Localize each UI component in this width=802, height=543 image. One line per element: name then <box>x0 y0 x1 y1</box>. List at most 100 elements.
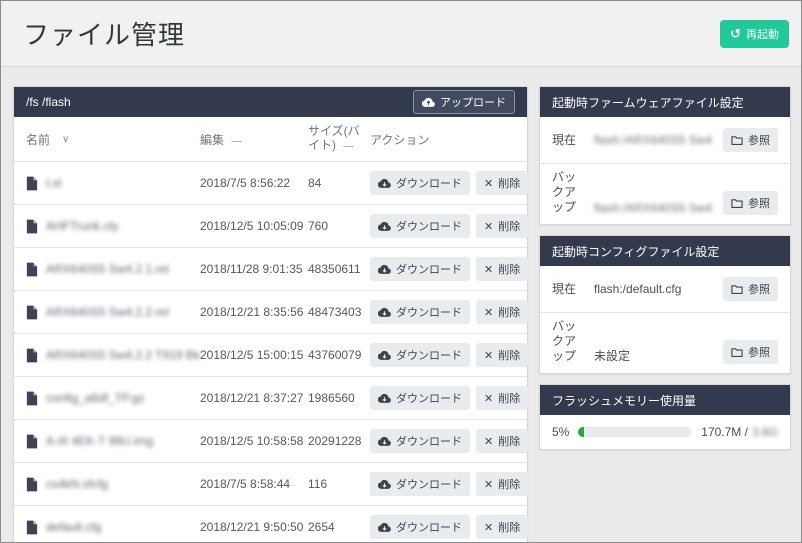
config-backup-browse-button[interactable]: 参照 <box>723 340 778 364</box>
file-actions: ダウンロード ✕ 削除 <box>370 343 515 367</box>
usage-used: 170.7M / <box>701 425 748 439</box>
folder-icon <box>731 198 743 209</box>
file-size: 116 <box>308 477 370 491</box>
file-icon <box>26 520 38 535</box>
download-button[interactable]: ダウンロード <box>370 300 470 324</box>
topbar: ファイル管理 ↺ 再起動 <box>1 1 801 67</box>
config-current-label: 現在 <box>552 282 584 297</box>
file-icon <box>26 391 38 406</box>
delete-button[interactable]: ✕ 削除 <box>476 429 528 453</box>
delete-button[interactable]: ✕ 削除 <box>476 386 528 410</box>
download-button[interactable]: ダウンロード <box>370 171 470 195</box>
delete-button-label: 削除 <box>498 175 520 191</box>
download-button[interactable]: ダウンロード <box>370 429 470 453</box>
delete-button-label: 削除 <box>498 433 520 449</box>
cloud-download-icon <box>378 307 391 318</box>
table-header: 名前 ∨ 編集 — サイズ(バイト) — アクション <box>14 117 527 161</box>
delete-icon: ✕ <box>484 306 493 319</box>
sort-down-icon: ∨ <box>62 134 69 145</box>
file-name-cell: default.cfg <box>26 520 200 535</box>
file-size: 20291228 <box>308 434 370 448</box>
config-backup-label: バックアップ <box>552 319 584 364</box>
file-icon <box>26 305 38 320</box>
firmware-card-title: 起動時ファームウェアファイル設定 <box>552 94 744 111</box>
delete-icon: ✕ <box>484 392 493 405</box>
file-size: 1986560 <box>308 391 370 405</box>
delete-icon: ✕ <box>484 521 493 534</box>
download-button[interactable]: ダウンロード <box>370 214 470 238</box>
table-row: ARX640S5 Sw4.2.2 T919 Bld2.rel 2018/12/5… <box>14 333 527 376</box>
file-name: ARX640S5 Sw4.2.1.rel <box>46 262 169 276</box>
restart-button[interactable]: ↺ 再起動 <box>720 20 789 48</box>
upload-button[interactable]: アップロード <box>413 90 515 114</box>
delete-button[interactable]: ✕ 削除 <box>476 214 528 238</box>
config-current-browse-button[interactable]: 参照 <box>723 277 778 301</box>
download-button-label: ダウンロード <box>396 347 462 363</box>
download-button[interactable]: ダウンロード <box>370 386 470 410</box>
file-name: cs4kN.sfcfg <box>46 477 108 491</box>
page: ファイル管理 ↺ 再起動 /fs /flash アップロード <box>0 0 802 543</box>
config-current-row: 現在 flash:/default.cfg 参照 <box>540 266 790 312</box>
firmware-backup-browse-button[interactable]: 参照 <box>723 191 778 215</box>
download-button[interactable]: ダウンロード <box>370 343 470 367</box>
file-edited: 2018/12/21 8:35:56 <box>200 305 308 319</box>
file-actions: ダウンロード ✕ 削除 <box>370 386 515 410</box>
delete-button[interactable]: ✕ 削除 <box>476 171 528 195</box>
delete-icon: ✕ <box>484 263 493 276</box>
file-edited: 2018/12/21 8:37:27 <box>200 391 308 405</box>
download-button[interactable]: ダウンロード <box>370 257 470 281</box>
table-row: cs4kN.sfcfg 2018/7/5 8:58:44 116 ダウンロード … <box>14 462 527 505</box>
browse-button-label: 参照 <box>748 132 770 148</box>
table-body: t.sl 2018/7/5 8:56:22 84 ダウンロード ✕ 削除 <box>14 161 527 543</box>
column-header-size[interactable]: サイズ(バイト) — <box>308 124 370 154</box>
file-card-header: /fs /flash アップロード <box>14 87 527 117</box>
delete-button[interactable]: ✕ 削除 <box>476 257 528 281</box>
file-name-cell: AHFTrunk.cly <box>26 219 200 234</box>
download-button-label: ダウンロード <box>396 390 462 406</box>
flash-usage-card: フラッシュメモリー使用量 5% 170.7M / 3.6G <box>539 384 791 450</box>
settings-column: 起動時ファームウェアファイル設定 現在 flash:/ARX640S5 Sw4.… <box>539 86 791 543</box>
download-button[interactable]: ダウンロード <box>370 472 470 496</box>
delete-button[interactable]: ✕ 削除 <box>476 300 528 324</box>
file-name-cell: config_a6df_TP.gz <box>26 391 200 406</box>
delete-button[interactable]: ✕ 削除 <box>476 343 528 367</box>
file-actions: ダウンロード ✕ 削除 <box>370 257 515 281</box>
column-header-name[interactable]: 名前 ∨ <box>26 131 200 148</box>
file-size: 84 <box>308 176 370 190</box>
delete-button-label: 削除 <box>498 218 520 234</box>
file-edited: 2018/12/5 10:58:58 <box>200 434 308 448</box>
table-row: ARX640S5 Sw4.2.2.rel 2018/12/21 8:35:56 … <box>14 290 527 333</box>
file-icon <box>26 477 38 492</box>
column-header-edited[interactable]: 編集 — <box>200 131 308 148</box>
file-name-cell: ARX640S5 Sw4.2.2 T919 Bld2.rel <box>26 348 200 363</box>
usage-total: 3.6G <box>752 425 778 439</box>
column-label-edited: 編集 <box>200 133 224 147</box>
restart-button-label: 再起動 <box>746 26 779 42</box>
delete-button[interactable]: ✕ 削除 <box>476 472 528 496</box>
usage-value: 170.7M / 3.6G <box>701 425 778 439</box>
download-button-label: ダウンロード <box>396 304 462 320</box>
file-icon <box>26 219 38 234</box>
file-size: 43760079 <box>308 348 370 362</box>
firmware-settings-card: 起動時ファームウェアファイル設定 現在 flash:/ARX640S5 Sw4.… <box>539 86 791 225</box>
delete-button[interactable]: ✕ 削除 <box>476 515 528 539</box>
cloud-download-icon <box>378 436 391 447</box>
config-card-title: 起動時コンフィグファイル設定 <box>552 243 719 260</box>
table-row: config_a6df_TP.gz 2018/12/21 8:37:27 198… <box>14 376 527 419</box>
usage-percent: 5% <box>552 425 569 439</box>
file-icon <box>26 262 38 277</box>
breadcrumb[interactable]: /fs /flash <box>26 95 71 109</box>
cloud-download-icon <box>378 479 391 490</box>
table-row: ARX640S5 Sw4.2.1.rel 2018/11/28 9:01:35 … <box>14 247 527 290</box>
cloud-upload-icon <box>422 97 435 108</box>
firmware-card-header: 起動時ファームウェアファイル設定 <box>540 87 790 117</box>
config-backup-value: 未設定 <box>594 347 713 364</box>
download-button[interactable]: ダウンロード <box>370 515 470 539</box>
usage-card-title: フラッシュメモリー使用量 <box>552 392 696 409</box>
column-label-action: アクション <box>370 131 429 148</box>
usage-card-body: 5% 170.7M / 3.6G <box>540 415 790 449</box>
file-size: 48350611 <box>308 262 370 276</box>
table-row: default.cfg 2018/12/21 9:50:50 2654 ダウンロ… <box>14 505 527 543</box>
firmware-current-browse-button[interactable]: 参照 <box>723 128 778 152</box>
file-icon <box>26 176 38 191</box>
